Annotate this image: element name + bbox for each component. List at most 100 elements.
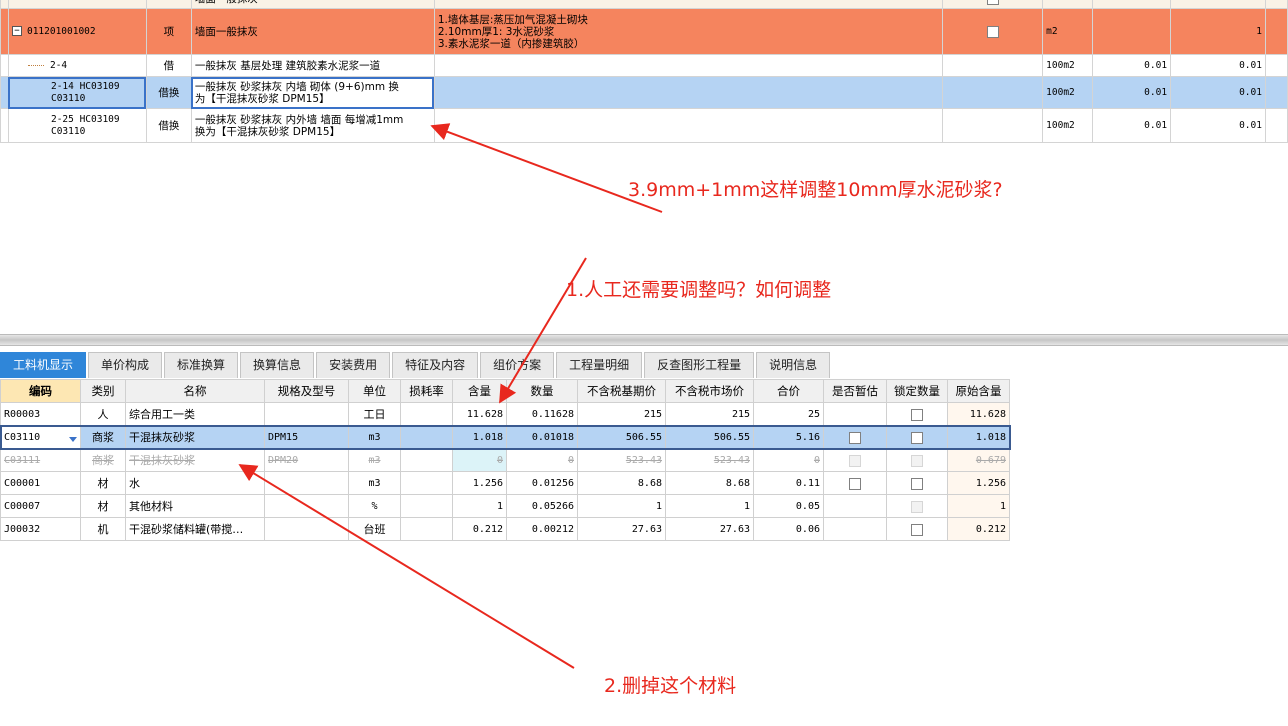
resource-code: C00001 [0,471,81,495]
resource-base-price: 523.43 [577,448,666,472]
col-header-original-content[interactable]: 原始含量 [947,379,1010,403]
item-checkbox[interactable] [986,0,999,5]
col-header-lock-qty[interactable]: 锁定数量 [886,379,948,403]
resource-market-price[interactable]: 215 [665,402,754,426]
item-unit: 100m2 [1042,54,1094,77]
resource-row-replaced[interactable]: C03111 商浆 干混抹灰砂浆 DPM20 m3 0 0 523.43 523… [0,448,1010,472]
tab-installation-fee[interactable]: 安装费用 [316,352,391,378]
item-code: 2-14 HC03109 [50,80,120,92]
item-qty: 0.01 [1092,76,1172,109]
tab-reverse-graphic-quantity[interactable]: 反查图形工程量 [644,352,755,378]
lock-qty-checkbox[interactable] [911,408,923,421]
resource-name: 综合用工一类 [125,402,265,426]
item-unit: m2 [1042,8,1094,55]
lock-qty-checkbox[interactable] [911,477,923,490]
resource-content[interactable]: 1.018 [452,425,507,449]
resource-row[interactable]: J00032 机 干混砂浆储料罐(带搅… 台班 0.212 0.00212 27… [0,517,1010,541]
tab-standard-conversion[interactable]: 标准换算 [164,352,239,378]
estimate-checkbox [849,454,861,467]
resource-header-row: 编码 类别 名称 规格及型号 单位 损耗率 含量 数量 不含税基期价 不含税市场… [0,379,1010,403]
resource-market-price[interactable]: 1 [665,494,754,518]
lock-qty-checkbox[interactable] [911,431,923,444]
resource-category: 材 [80,494,126,518]
item-type: 借 [145,54,192,77]
col-header-market-price[interactable]: 不含税市场价 [665,379,754,403]
tab-labor-material-machine[interactable]: 工料机显示 [0,352,87,378]
resource-row[interactable]: C00001 材 水 m3 1.256 0.01256 8.68 8.68 0.… [0,471,1010,495]
item-code: 011201001002 [26,25,96,37]
resource-content[interactable]: 0 [452,448,507,472]
resource-base-price: 215 [577,402,666,426]
resource-category: 商浆 [80,425,126,449]
item-total: 0.01 [1170,108,1266,143]
lock-qty-checkbox[interactable] [911,523,923,536]
dropdown-arrow-icon[interactable] [69,436,77,442]
item-checkbox[interactable] [986,25,999,38]
item-row[interactable]: 2-4 借 一般抹灰 基层处理 建筑胶素水泥浆一道 100m2 0.01 0.0… [0,54,1288,77]
resource-spec [264,471,349,495]
col-header-category[interactable]: 类别 [80,379,126,403]
tab-quantity-detail[interactable]: 工程量明细 [556,352,643,378]
item-type: 借换 [145,76,192,109]
resource-total: 0.11 [753,471,824,495]
tab-features-content[interactable]: 特征及内容 [392,352,479,378]
resource-market-price[interactable]: 506.55 [665,425,754,449]
resource-content[interactable]: 11.628 [452,402,507,426]
resource-market-price[interactable]: 8.68 [665,471,754,495]
item-name-sub: 为【干混抹灰砂浆 DPM15】 [194,92,330,105]
annotation-note-labor: 1.人工还需要调整吗？如何调整 [566,279,832,301]
lock-qty-checkbox [911,500,923,513]
col-header-content[interactable]: 含量 [452,379,507,403]
tab-conversion-info[interactable]: 换算信息 [240,352,315,378]
col-header-code[interactable]: 编码 [0,379,81,403]
col-header-spec[interactable]: 规格及型号 [264,379,349,403]
resource-quantity: 0.11628 [506,402,578,426]
item-unit: 100m2 [1042,76,1094,109]
tab-pricing-scheme[interactable]: 组价方案 [480,352,555,378]
col-header-name[interactable]: 名称 [125,379,265,403]
resource-unit: m3 [348,471,401,495]
resource-code: C00007 [0,494,81,518]
resource-loss-rate[interactable] [400,471,453,495]
item-row[interactable]: 2-25 HC03109 C03110 借换 一般抹灰 砂浆抹灰 内外墙 墙面 … [0,108,1288,143]
col-header-estimate[interactable]: 是否暂估 [823,379,887,403]
resource-original-content: 11.628 [947,402,1010,426]
panel-splitter[interactable] [0,334,1288,346]
item-code-sub: C03110 [50,125,86,137]
item-name: 一般抹灰 砂浆抹灰 内墙 砌体 (9+6)mm 换 [194,80,399,93]
resource-loss-rate[interactable] [400,448,453,472]
collapse-icon[interactable]: − [11,26,22,36]
col-header-quantity[interactable]: 数量 [506,379,578,403]
resource-category: 商浆 [80,448,126,472]
resource-content[interactable]: 1.256 [452,471,507,495]
item-row-selected[interactable]: 2-14 HC03109 C03110 借换 一般抹灰 砂浆抹灰 内墙 砌体 (… [0,76,1288,109]
item-row-main[interactable]: −011201001002 项 墙面一般抹灰 1.墙体基层:蒸压加气混凝土砌块 … [0,8,1288,55]
resource-original-content: 0.212 [947,517,1010,541]
resource-content[interactable]: 0.212 [452,517,507,541]
resource-row[interactable]: C00007 材 其他材料 % 1 0.05266 1 1 0.05 1 [0,494,1010,518]
item-row-partial[interactable]: 墙面一般抹灰 [0,0,1288,9]
col-header-base-price[interactable]: 不含税基期价 [577,379,666,403]
resource-code[interactable]: C03110 [4,432,40,443]
col-header-unit[interactable]: 单位 [348,379,401,403]
resource-base-price: 1 [577,494,666,518]
lock-qty-checkbox [911,454,923,467]
estimate-checkbox[interactable] [849,477,861,490]
resource-market-price[interactable]: 27.63 [665,517,754,541]
resource-name: 干混砂浆储料罐(带搅… [125,517,265,541]
resource-row[interactable]: R00003 人 综合用工一类 工日 11.628 0.11628 215 21… [0,402,1010,426]
resource-spec: DPM20 [264,448,349,472]
tab-unit-price-composition[interactable]: 单价构成 [88,352,163,378]
tab-description[interactable]: 说明信息 [756,352,831,378]
estimate-checkbox[interactable] [849,431,861,444]
col-header-total[interactable]: 合价 [753,379,824,403]
resource-row-selected[interactable]: C03110 商浆 干混抹灰砂浆 DPM15 m3 1.018 0.01018 … [0,424,1011,450]
resource-quantity: 0.01256 [506,471,578,495]
resource-market-price: 523.43 [665,448,754,472]
resource-loss-rate[interactable] [400,402,453,426]
resource-content[interactable]: 1 [452,494,507,518]
resource-loss-rate[interactable] [400,494,453,518]
resource-loss-rate[interactable] [400,517,453,541]
resource-loss-rate[interactable] [400,425,453,449]
col-header-loss-rate[interactable]: 损耗率 [400,379,453,403]
